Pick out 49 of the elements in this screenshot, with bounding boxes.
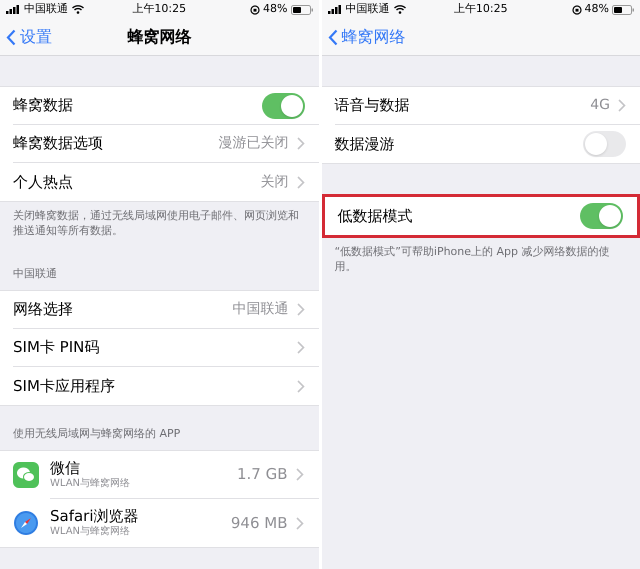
- carrier-name: 中国联通: [346, 1, 390, 18]
- chevron-icon: [296, 176, 304, 188]
- setting-label: 蜂窝数据: [13, 95, 74, 116]
- setting-label: 网络选择: [13, 299, 74, 320]
- toggle-switch[interactable]: [583, 131, 626, 157]
- toggle-switch[interactable]: [580, 203, 623, 229]
- section-footer: 关闭蜂窝数据，通过无线局域网使用电子邮件、网页浏览和推送通知等所有数据。: [13, 208, 306, 238]
- setting-label: SIM卡应用程序: [13, 376, 116, 397]
- setting-value: 4G: [590, 96, 610, 115]
- section-header: 中国联通: [13, 267, 57, 280]
- carrier-name: 中国联通: [24, 1, 68, 18]
- toggle-switch[interactable]: [262, 92, 304, 118]
- chevron-icon: [296, 468, 304, 481]
- section-header: 使用无线局域网与蜂窝网络的 APP: [13, 427, 180, 440]
- signal-icon: [6, 5, 20, 14]
- chevron-icon: [296, 516, 304, 530]
- back-button[interactable]: 设置: [6, 25, 52, 49]
- signal-icon: [328, 5, 342, 14]
- clock-time: 上午10:25: [131, 1, 188, 18]
- battery-percent: 48%: [263, 1, 288, 18]
- chat-bubbles-icon: [13, 462, 39, 488]
- chevron-icon: [618, 99, 626, 112]
- setting-label: 数据漫游: [334, 134, 396, 155]
- chevron-icon: [296, 341, 304, 354]
- back-chevron-icon: [6, 28, 16, 46]
- setting-label: 语音与数据: [334, 95, 410, 116]
- wifi-icon: [394, 5, 406, 14]
- setting-label: SIM卡 PIN码: [13, 337, 100, 358]
- compass-icon: [13, 510, 39, 536]
- chevron-icon: [296, 303, 304, 316]
- rotation-lock-icon: [250, 4, 260, 14]
- setting-label: 低数据模式: [338, 206, 414, 227]
- back-button[interactable]: 蜂窝网络: [328, 25, 406, 49]
- battery-percent: 48%: [584, 1, 609, 18]
- setting-value: 中国联通: [232, 300, 288, 319]
- back-chevron-icon: [328, 28, 338, 46]
- clock-time: 上午10:25: [452, 1, 509, 18]
- page-title: 蜂窝网络: [127, 26, 192, 48]
- chevron-icon: [296, 137, 304, 150]
- battery-icon: [612, 4, 634, 14]
- setting-label: 个人热点: [13, 172, 74, 193]
- section-footer: “低数据模式”可帮助iPhone上的 App 减少网络数据的使用。: [334, 244, 627, 274]
- wifi-icon: [72, 5, 84, 14]
- battery-icon: [290, 4, 312, 14]
- rotation-lock-icon: [572, 4, 582, 14]
- chevron-icon: [296, 380, 304, 392]
- setting-value: 漫游已关闭: [218, 134, 288, 153]
- setting-label: 蜂窝数据选项: [13, 133, 104, 154]
- setting-value: 关闭: [260, 172, 288, 192]
